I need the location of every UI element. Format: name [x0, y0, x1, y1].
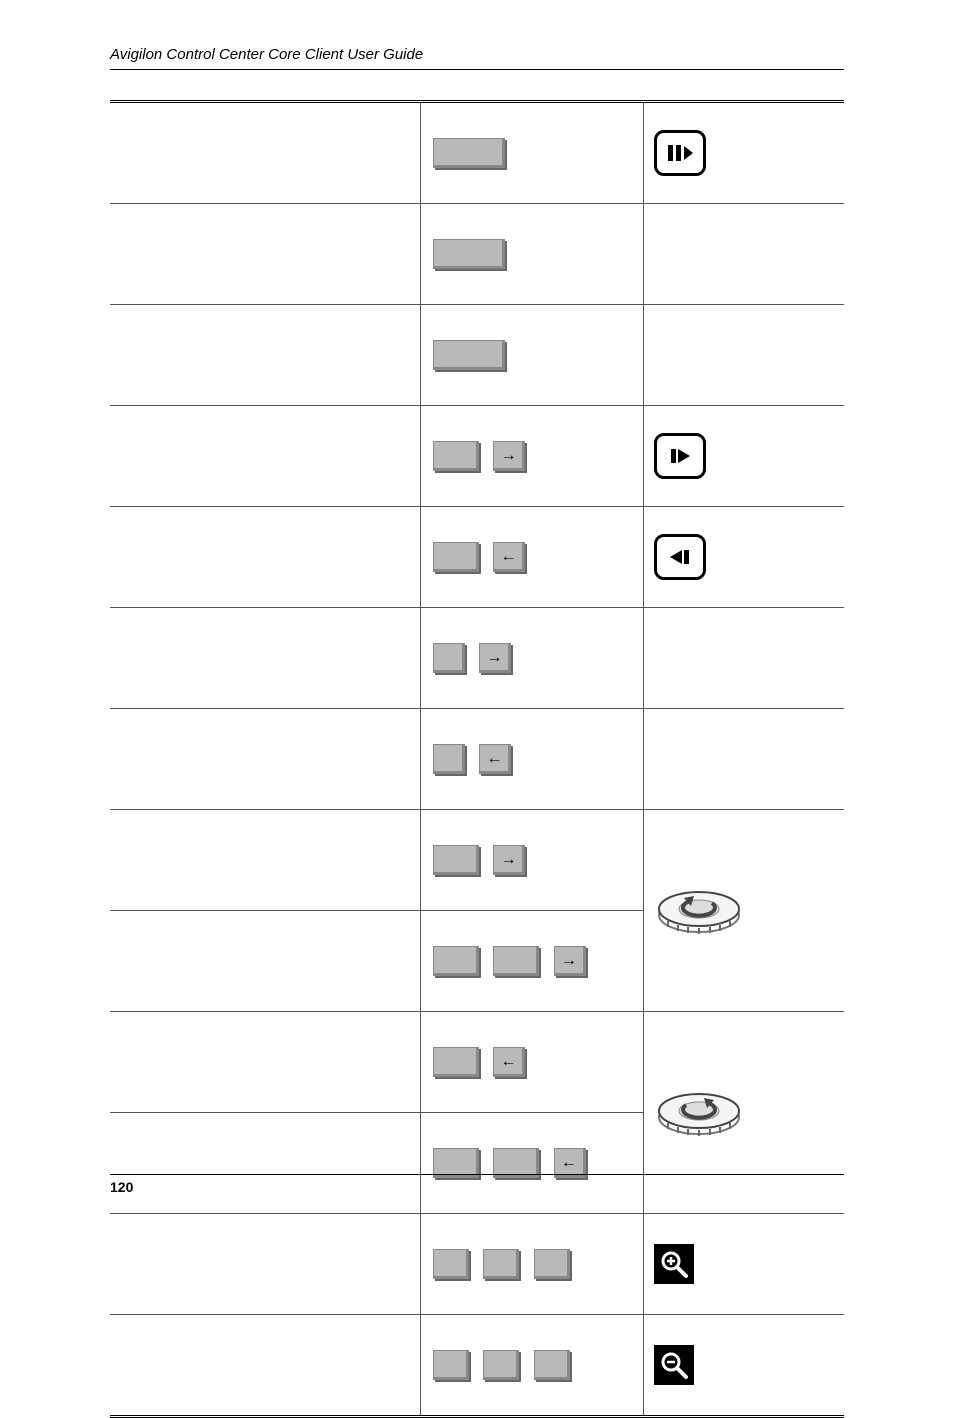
cell-description — [110, 709, 421, 810]
page-number: 120 — [110, 1179, 133, 1195]
shuttle-cw-icon — [654, 1083, 744, 1143]
cell-icon — [644, 810, 845, 1012]
table-row: ← — [110, 1012, 844, 1113]
shortcut-table: → ← → — [110, 100, 844, 1418]
arrow-right-key: → — [479, 643, 511, 673]
table-row — [110, 102, 844, 204]
cell-shortcut: → — [421, 608, 644, 709]
small-key — [433, 643, 465, 673]
small-key — [433, 1249, 469, 1279]
modifier-key — [433, 1047, 479, 1077]
table-row — [110, 305, 844, 406]
cell-description — [110, 1113, 421, 1214]
arrow-left-key: ← — [479, 744, 511, 774]
zoom-out-icon — [654, 1345, 694, 1385]
table-row: ← — [110, 709, 844, 810]
cell-shortcut — [421, 1214, 644, 1315]
modifier-key — [433, 542, 479, 572]
cell-shortcut: ← — [421, 507, 644, 608]
wide-key — [433, 340, 505, 370]
document-page: Avigilon Control Center Core Client User… — [0, 0, 954, 1235]
page-header-title: Avigilon Control Center Core Client User… — [110, 46, 844, 70]
modifier-key — [433, 946, 479, 976]
cell-icon — [644, 709, 845, 810]
small-key — [433, 744, 465, 774]
cell-shortcut: ← — [421, 1012, 644, 1113]
cell-icon — [644, 204, 845, 305]
cell-description — [110, 305, 421, 406]
cell-icon — [644, 507, 845, 608]
pause-play-icon — [654, 130, 706, 176]
cell-shortcut — [421, 1315, 644, 1417]
shuttle-ccw-icon — [654, 881, 744, 941]
cell-description — [110, 911, 421, 1012]
cell-description — [110, 810, 421, 911]
play-backward-icon — [654, 534, 706, 580]
cell-icon — [644, 1214, 845, 1315]
cell-shortcut — [421, 204, 644, 305]
zoom-in-icon — [654, 1244, 694, 1284]
arrow-left-key: ← — [493, 542, 525, 572]
cell-description — [110, 1315, 421, 1417]
arrow-right-key: → — [493, 845, 525, 875]
cell-shortcut: → — [421, 810, 644, 911]
cell-shortcut — [421, 305, 644, 406]
table-row — [110, 1214, 844, 1315]
cell-icon — [644, 102, 845, 204]
wide-key — [433, 138, 505, 168]
table-row: ← — [110, 507, 844, 608]
arrow-right-key: → — [554, 946, 586, 976]
cell-icon — [644, 305, 845, 406]
cell-icon — [644, 608, 845, 709]
cell-shortcut: → — [421, 911, 644, 1012]
modifier-key — [433, 441, 479, 471]
table-row — [110, 204, 844, 305]
modifier-key — [433, 845, 479, 875]
cell-shortcut: → — [421, 406, 644, 507]
table-row — [110, 1315, 844, 1417]
small-key — [433, 1350, 469, 1380]
wide-key — [433, 239, 505, 269]
cell-icon — [644, 1315, 845, 1417]
small-key — [483, 1249, 519, 1279]
small-key — [534, 1249, 570, 1279]
arrow-left-key: ← — [493, 1047, 525, 1077]
table-row: → — [110, 608, 844, 709]
cell-shortcut: ← — [421, 709, 644, 810]
cell-description — [110, 507, 421, 608]
cell-description — [110, 406, 421, 507]
cell-icon — [644, 406, 845, 507]
cell-description — [110, 1012, 421, 1113]
cell-description — [110, 204, 421, 305]
modifier-key — [493, 946, 539, 976]
table-row: → — [110, 810, 844, 911]
table-row: → — [110, 406, 844, 507]
page-footer: 120 — [110, 1174, 844, 1195]
cell-description — [110, 1214, 421, 1315]
cell-shortcut: ← — [421, 1113, 644, 1214]
arrow-right-key: → — [493, 441, 525, 471]
play-forward-icon — [654, 433, 706, 479]
cell-description — [110, 608, 421, 709]
small-key — [534, 1350, 570, 1380]
small-key — [483, 1350, 519, 1380]
cell-shortcut — [421, 102, 644, 204]
cell-description — [110, 102, 421, 204]
